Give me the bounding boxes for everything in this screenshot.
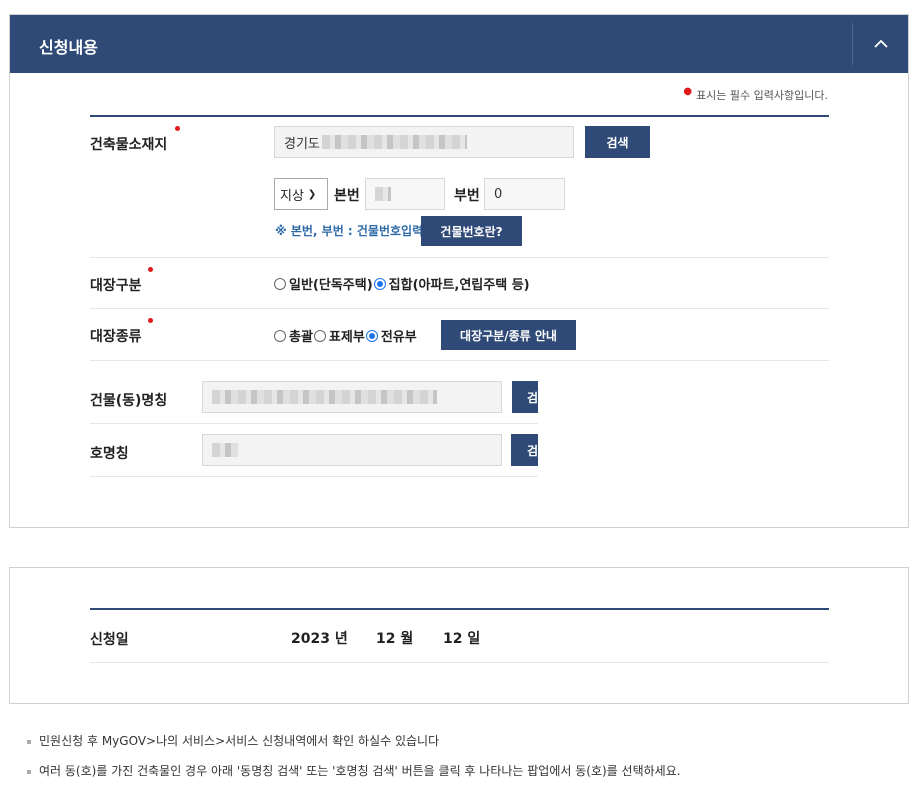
radio-button-selected[interactable]: [365, 329, 378, 342]
sub-number-label: 부번: [454, 188, 480, 204]
form-top-line: [90, 608, 829, 610]
application-year: 2023 년: [291, 631, 348, 647]
required-dot-icon: ●: [683, 86, 693, 97]
bullet-icon: [27, 739, 31, 744]
unit-name-label: 호명칭: [90, 446, 129, 462]
radio-button[interactable]: [313, 329, 326, 342]
main-number-input[interactable]: [365, 178, 445, 210]
note-item: 여러 동(호)를 가진 건축물인 경우 아래 '동명칭 검색' 또는 '호명칭 …: [27, 762, 681, 779]
row-divider: [90, 360, 829, 361]
ledger-type-option-summary[interactable]: 총괄: [274, 326, 313, 345]
ledger-type-option-title[interactable]: 표제부: [313, 326, 365, 345]
building-number-help-button[interactable]: 건물번호란?: [421, 216, 522, 246]
bullet-icon: [27, 769, 31, 774]
redacted-main-number: [375, 187, 391, 201]
row-divider: [90, 308, 829, 309]
radio-button-selected[interactable]: [373, 277, 386, 290]
address-field[interactable]: 경기도: [274, 126, 574, 158]
application-form-panel: 신청내용 ● 표시는 필수 입력사항입니다. 건축물소재지 경기도 검색 지상 ❯ …: [9, 14, 909, 528]
redacted-unit-name: [212, 443, 238, 457]
required-marker: [148, 267, 153, 272]
building-name-label: 건물(동)명칭: [90, 393, 168, 409]
building-number-hint: ※ 본번, 부번 : 건물번호입력: [275, 224, 424, 238]
ledger-category-option-collective[interactable]: 집합(아파트,연립주택 등): [373, 274, 530, 293]
application-month: 12 월: [376, 631, 414, 647]
required-note: ● 표시는 필수 입력사항입니다.: [683, 86, 828, 102]
required-marker: [148, 318, 153, 323]
form-top-line: [90, 115, 829, 117]
redacted-address: [321, 135, 467, 149]
row-divider: [90, 423, 538, 424]
sub-number-input[interactable]: 0: [484, 178, 565, 210]
main-number-label: 본번: [334, 188, 360, 204]
ledger-category-option-general[interactable]: 일반(단독주택): [274, 274, 373, 293]
application-date-label: 신청일: [90, 632, 129, 648]
note-item: 민원신청 후 MyGOV>나의 서비스>서비스 신청내역에서 확인 하실수 있습…: [27, 732, 439, 749]
redacted-building-name: [212, 390, 437, 404]
ledger-category-label: 대장구분: [90, 278, 142, 294]
section-title: 신청내용: [39, 38, 98, 57]
radio-button[interactable]: [274, 277, 286, 290]
building-name-input[interactable]: [202, 381, 502, 413]
ledger-type-option-exclusive[interactable]: 전유부: [365, 326, 417, 345]
application-day: 12 일: [443, 631, 481, 647]
land-type-select[interactable]: 지상 ❯: [274, 178, 328, 210]
chevron-up-icon: [873, 39, 888, 48]
section-header: 신청내용: [10, 15, 908, 73]
row-divider: [90, 662, 829, 663]
row-divider: [90, 476, 538, 477]
building-location-label: 건축물소재지: [90, 137, 168, 153]
unit-name-search-button[interactable]: 검: [511, 434, 538, 466]
chevron-down-icon: ❯: [307, 188, 317, 200]
address-search-button[interactable]: 검색: [585, 126, 650, 158]
application-date-panel: 신청일 2023 년 12 월 12 일: [9, 567, 909, 704]
unit-name-input[interactable]: [202, 434, 502, 466]
ledger-type-label: 대장종류: [90, 329, 142, 345]
collapse-toggle[interactable]: [853, 15, 908, 73]
radio-button[interactable]: [274, 329, 286, 342]
ledger-type-radio-group: 총괄 표제부 전유부: [274, 326, 418, 345]
row-divider: [90, 257, 829, 258]
ledger-category-radio-group: 일반(단독주택) 집합(아파트,연립주택 등): [274, 274, 531, 293]
building-name-search-button[interactable]: 검: [512, 381, 538, 413]
required-marker: [175, 126, 180, 131]
ledger-guide-button[interactable]: 대장구분/종류 안내: [441, 320, 576, 350]
